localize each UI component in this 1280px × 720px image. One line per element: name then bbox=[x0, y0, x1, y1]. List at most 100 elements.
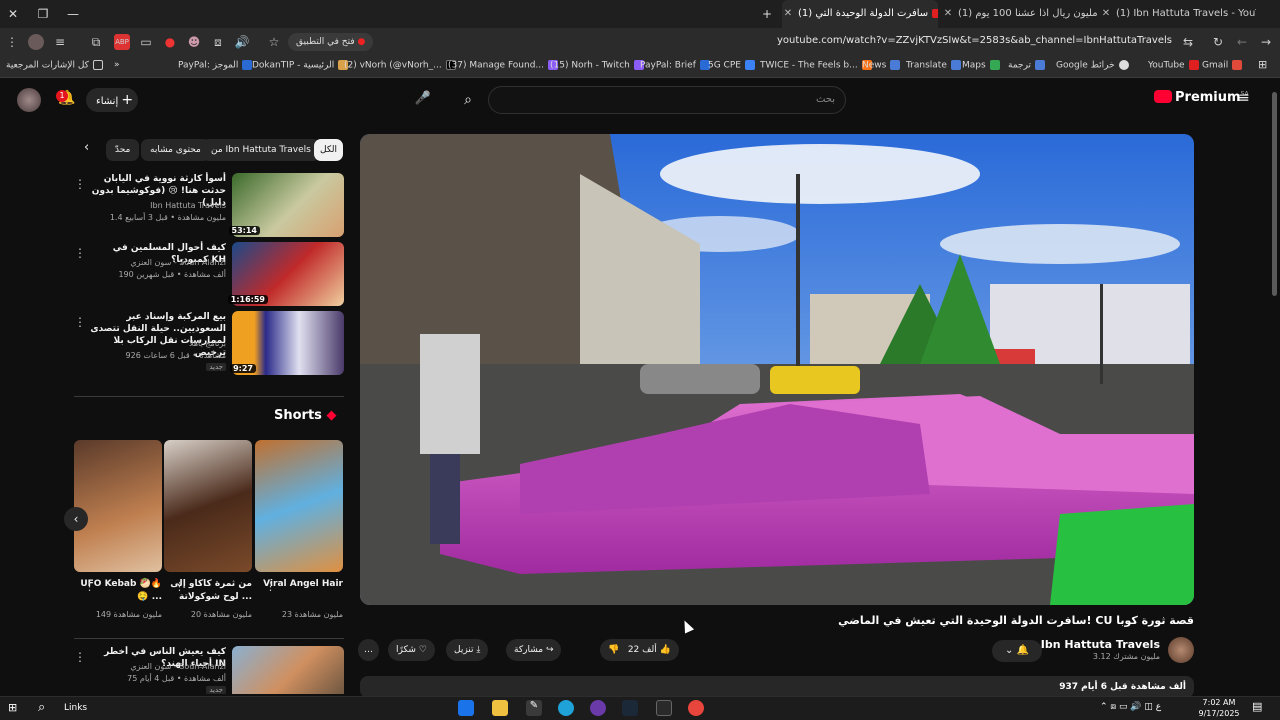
close-tab-icon[interactable]: ✕ bbox=[782, 0, 794, 28]
channel-avatar[interactable] bbox=[1168, 637, 1194, 663]
more-options-icon[interactable]: ⋮ bbox=[74, 650, 86, 664]
system-tray-icons[interactable]: ⌃ ⧈ ▭ 🔊 ◫ ع bbox=[1100, 702, 1161, 712]
site-settings-icon[interactable]: ⇆ bbox=[1180, 34, 1196, 50]
subscribed-notifications-button[interactable]: ⌄ 🔔 bbox=[992, 640, 1042, 662]
download-button[interactable]: تنزيل ⤓ bbox=[446, 639, 489, 661]
bookmark-x[interactable]: (2) vNorh (@vNorh_... bbox=[344, 60, 456, 71]
close-window-icon[interactable]: ✕ bbox=[4, 5, 22, 23]
related-video-item[interactable]: 9:27 بيع المركبة وإسناد عبر السعوديين.. … bbox=[74, 311, 344, 377]
outlook-icon[interactable] bbox=[458, 700, 474, 716]
bookmark-manage[interactable]: (37) Manage Found... bbox=[448, 60, 559, 71]
tab-channel[interactable]: ✕ (1) Ibn Hattuta Travels - YouTube bbox=[1100, 0, 1256, 28]
voice-search-icon[interactable]: 🎤 bbox=[412, 88, 434, 110]
bookmark-gmail[interactable]: Gmail bbox=[1202, 60, 1243, 71]
bookmark-twitch[interactable]: (15) Norh - Twitch bbox=[550, 60, 644, 71]
windows-start-icon[interactable]: ⊞ bbox=[8, 701, 22, 715]
more-options-icon[interactable]: ⋮ bbox=[174, 580, 185, 593]
app-icon[interactable] bbox=[590, 700, 606, 716]
related-channel[interactable]: Ibn Hattuta Travels bbox=[150, 201, 226, 210]
restore-window-icon[interactable]: ❐ bbox=[34, 5, 52, 23]
bookmark-translate[interactable]: Translate bbox=[906, 60, 961, 71]
chrome-icon[interactable] bbox=[688, 700, 704, 716]
taskbar-links-label[interactable]: Links bbox=[64, 703, 87, 713]
profile-icon[interactable] bbox=[28, 34, 44, 50]
more-options-icon[interactable]: ⋮ bbox=[74, 177, 86, 191]
bookmark-dokantip[interactable]: DokanTIP - الرئيسية bbox=[252, 60, 349, 71]
related-video-item[interactable]: كيف يعيش الناس في أخطر أحياء الهند؟ IN س… bbox=[74, 646, 344, 694]
thanks-button[interactable]: شكرًا ♡ bbox=[388, 639, 435, 661]
extensions-icon[interactable]: ⧉ bbox=[88, 34, 104, 50]
related-channel[interactable]: سون العنزي - Soun Alanzi bbox=[130, 662, 226, 671]
notification-center-icon[interactable]: ▤ bbox=[1252, 700, 1266, 714]
create-button[interactable]: إنشاء + bbox=[86, 88, 138, 112]
steam-icon[interactable] bbox=[622, 700, 638, 716]
bookmark-5g[interactable]: 5G CPE bbox=[708, 60, 755, 71]
close-tab-icon[interactable]: ✕ bbox=[942, 0, 954, 28]
url-text[interactable]: youtube.com/watch?v=ZZvjKTVzSIw&t=2583s&… bbox=[777, 35, 1172, 46]
terminal-icon[interactable] bbox=[656, 700, 672, 716]
share-button[interactable]: مشاركة ↪ bbox=[506, 639, 562, 661]
more-options-icon[interactable]: ⋮ bbox=[74, 246, 86, 260]
more-vert-icon[interactable]: ⋮ bbox=[4, 34, 20, 50]
search-icon[interactable]: ⌕ bbox=[448, 86, 488, 114]
short-thumbnail[interactable] bbox=[74, 440, 162, 572]
extension-face-icon[interactable]: ☻ bbox=[186, 34, 202, 50]
related-channel[interactable]: سون العنزي - Soun Alanzi bbox=[130, 258, 226, 267]
chip-related[interactable]: محتوى مشابه bbox=[141, 139, 210, 161]
bookmark-news[interactable]: News bbox=[862, 60, 901, 71]
scrollbar-thumb[interactable] bbox=[1272, 92, 1277, 296]
chips-prev-icon[interactable]: ‹ bbox=[84, 140, 100, 160]
bookmark-star-icon[interactable]: ☆ bbox=[266, 34, 282, 50]
open-in-app-button[interactable]: فتح في التطبيق ● bbox=[288, 33, 374, 51]
dislike-icon[interactable]: 👎 bbox=[608, 645, 619, 655]
video-thumbnail[interactable] bbox=[232, 646, 344, 694]
close-tab-icon[interactable]: ✕ bbox=[1100, 0, 1112, 28]
short-thumbnail[interactable] bbox=[255, 440, 343, 572]
related-video-item[interactable]: 53:14 أسوأ كارثة نووية في اليابان حدثت ه… bbox=[74, 173, 344, 239]
bookmark-twice[interactable]: TWICE - The Feels b... bbox=[760, 60, 872, 71]
minimize-window-icon[interactable]: — bbox=[64, 5, 82, 23]
short-thumbnail[interactable] bbox=[164, 440, 252, 572]
bookmark-maps[interactable]: Maps bbox=[962, 60, 1000, 71]
bookmarks-overflow-icon[interactable]: » bbox=[114, 60, 120, 70]
more-options-icon[interactable]: ⋮ bbox=[265, 580, 276, 593]
back-icon[interactable]: → bbox=[1258, 34, 1274, 50]
translate-icon[interactable]: ⧈ bbox=[210, 34, 226, 50]
related-video-item[interactable]: 1:16:59 كيف أحوال المسلمين في كمبوديا؟ K… bbox=[74, 242, 344, 308]
chip-from-channel[interactable]: من Ibn Hattuta Travels bbox=[202, 139, 320, 161]
adblock-icon[interactable]: ABP bbox=[114, 34, 130, 50]
taskbar-clock[interactable]: 7:02 AM 9/17/2025 bbox=[1194, 697, 1244, 719]
edge-icon[interactable] bbox=[558, 700, 574, 716]
reading-list-icon[interactable]: ≡ bbox=[52, 34, 68, 50]
shorts-prev-icon[interactable]: ‹ bbox=[64, 507, 88, 531]
video-player[interactable] bbox=[360, 134, 1194, 605]
bookmark-paypal-ar[interactable]: PayPal: الموجز bbox=[178, 60, 253, 71]
tab-video[interactable]: ✕ (1) سافرت الدولة الوحيدة التي bbox=[782, 0, 938, 28]
reload-icon[interactable]: ↻ bbox=[1210, 34, 1226, 50]
like-icon[interactable]: 👍 bbox=[660, 645, 671, 655]
forward-icon[interactable]: ← bbox=[1234, 34, 1250, 50]
bookmark-translate-ar[interactable]: ترجمة bbox=[1008, 60, 1046, 71]
new-tab-icon[interactable]: + bbox=[758, 5, 776, 23]
chip-recent[interactable]: محدّ bbox=[106, 139, 140, 161]
bookmark-paypal[interactable]: PayPal: Brief bbox=[640, 60, 710, 71]
tab-challenge[interactable]: ✕ (1) مليون ريال اذا عشنا 100 يوم bbox=[942, 0, 1098, 28]
extension-icon[interactable]: ▭ bbox=[138, 34, 154, 50]
more-options-icon[interactable]: ⋮ bbox=[74, 315, 86, 329]
related-channel[interactable]: برنامج ياهلا bbox=[189, 339, 226, 348]
more-actions-icon[interactable]: … bbox=[358, 639, 379, 661]
bookmark-google-maps[interactable]: Google خرائط bbox=[1056, 60, 1129, 71]
description-box[interactable]: 937 ألف مشاهدة قبل 6 أيام bbox=[360, 676, 1194, 698]
pen-app-icon[interactable]: ✎ bbox=[526, 700, 542, 716]
youtube-logo[interactable]: PremiumSA bbox=[1154, 90, 1249, 110]
file-explorer-icon[interactable] bbox=[492, 700, 508, 716]
avatar[interactable] bbox=[17, 88, 41, 112]
more-options-icon[interactable]: ⋮ bbox=[84, 580, 95, 593]
apps-grid-icon[interactable]: ⊞ bbox=[1258, 58, 1267, 71]
search-icon[interactable]: ⌕ bbox=[38, 700, 54, 716]
hamburger-menu-icon[interactable]: ≡ bbox=[1238, 90, 1254, 106]
chip-all[interactable]: الكل bbox=[314, 139, 344, 161]
bookmark-all[interactable]: كل الإشارات المرجعية bbox=[6, 60, 103, 71]
bookmark-youtube[interactable]: YouTube bbox=[1148, 60, 1199, 71]
record-icon[interactable]: ● bbox=[162, 34, 178, 50]
